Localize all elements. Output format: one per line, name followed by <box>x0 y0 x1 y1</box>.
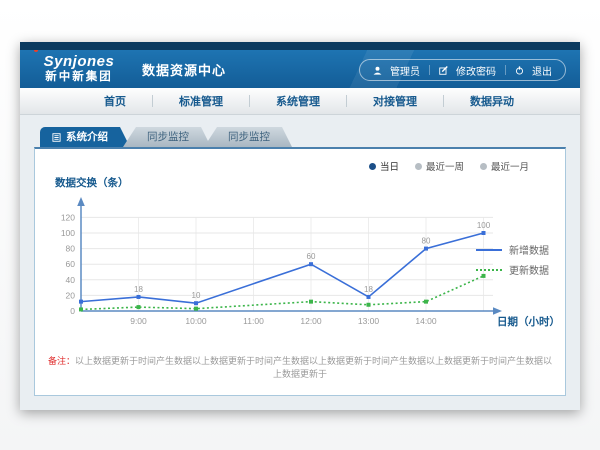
footnote-body: 以上数据更新于时间产生数据以上数据更新于时间产生数据以上数据更新于时间产生数据以… <box>75 356 552 379</box>
svg-text:120: 120 <box>61 212 75 222</box>
tab-bar: 系统介绍 同步监控 同步监控 <box>40 127 566 147</box>
dotted-line-swatch <box>476 269 502 271</box>
tab-system-intro[interactable]: 系统介绍 <box>40 127 130 147</box>
svg-text:80: 80 <box>66 244 76 254</box>
header-dark-strip <box>20 42 580 50</box>
document-icon <box>52 133 61 142</box>
chart-panel: 当日 最近一周 最近一月 数据交换（条） 0 20 40 60 80 100 120 9:00… <box>34 147 566 396</box>
brand-subtitle: 新中新集团 <box>20 72 138 84</box>
user-icon <box>373 66 382 75</box>
legend-item-new-data: 新增数据 <box>476 242 549 257</box>
nav-item-system-management[interactable]: 系统管理 <box>250 93 346 109</box>
filter-label-last-week: 最近一周 <box>426 159 464 173</box>
user-menu: 管理员 修改密码 退出 <box>359 59 566 81</box>
svg-text:60: 60 <box>66 259 76 269</box>
svg-text:日期（小时）: 日期（小时） <box>497 315 560 328</box>
nav-item-interface-management[interactable]: 对接管理 <box>347 93 443 109</box>
page-background: Synjones 新中新集团 数据资源中心 管理员 修改密码 <box>0 0 600 450</box>
app-header: Synjones 新中新集团 数据资源中心 管理员 修改密码 <box>20 50 580 88</box>
svg-text:100: 100 <box>477 221 491 230</box>
solid-line-swatch <box>476 249 502 251</box>
footnote: 备注：以上数据更新于时间产生数据以上数据更新于时间产生数据以上数据更新于时间产生… <box>47 355 553 380</box>
svg-text:60: 60 <box>307 252 316 261</box>
svg-text:14:00: 14:00 <box>415 316 437 326</box>
filter-option-2[interactable]: 最近一月 <box>480 159 529 173</box>
tab-label: 同步监控 <box>228 127 270 147</box>
svg-text:11:00: 11:00 <box>243 316 264 326</box>
svg-text:12:00: 12:00 <box>300 316 322 326</box>
radio-icon <box>415 163 422 170</box>
svg-text:18: 18 <box>134 285 143 294</box>
svg-text:100: 100 <box>61 228 75 238</box>
filter-option-1[interactable]: 最近一周 <box>415 159 464 173</box>
filter-option-0[interactable]: 当日 <box>369 159 399 173</box>
change-password-label: 修改密码 <box>456 63 496 78</box>
filter-label-last-month: 最近一月 <box>491 159 529 173</box>
user-name-label: 管理员 <box>390 63 420 78</box>
chart-legend: 新增数据 更新数据 <box>476 237 549 282</box>
power-icon <box>515 66 524 75</box>
legend-item-update-data: 更新数据 <box>476 262 549 277</box>
edit-icon <box>439 66 448 75</box>
svg-text:20: 20 <box>66 290 76 300</box>
legend-label: 新增数据 <box>509 242 549 257</box>
app-window: Synjones 新中新集团 数据资源中心 管理员 修改密码 <box>20 42 580 410</box>
nav-item-home[interactable]: 首页 <box>78 93 152 109</box>
content-area: 系统介绍 同步监控 同步监控 当日 最近一周 <box>20 115 580 396</box>
filter-label-today: 当日 <box>380 159 399 173</box>
change-password-button[interactable]: 修改密码 <box>430 63 505 78</box>
svg-text:13:00: 13:00 <box>358 316 380 326</box>
svg-text:10:00: 10:00 <box>185 316 207 326</box>
nav-item-data-change[interactable]: 数据异动 <box>444 93 540 109</box>
tab-sync-monitor-1[interactable]: 同步监控 <box>123 127 211 147</box>
svg-text:80: 80 <box>422 237 431 246</box>
main-navigation: 首页 标准管理 系统管理 对接管理 数据异动 <box>20 88 580 115</box>
nav-item-standard-management[interactable]: 标准管理 <box>153 93 249 109</box>
footnote-prefix: 备注： <box>48 356 75 366</box>
tab-label: 同步监控 <box>147 127 189 147</box>
page-title: 数据资源中心 <box>142 60 226 79</box>
legend-label: 更新数据 <box>509 262 549 277</box>
tab-label: 系统介绍 <box>66 127 108 147</box>
radio-icon <box>480 163 487 170</box>
svg-text:40: 40 <box>66 275 76 285</box>
svg-text:0: 0 <box>70 306 75 316</box>
svg-text:9:00: 9:00 <box>130 316 147 326</box>
radio-icon <box>369 163 376 170</box>
logout-label: 退出 <box>532 63 552 78</box>
logout-button[interactable]: 退出 <box>506 63 561 78</box>
brand-red-dot <box>34 50 38 52</box>
svg-text:18: 18 <box>364 285 373 294</box>
company-logo: Synjones 新中新集团 <box>20 54 138 84</box>
time-range-filter: 当日 最近一周 最近一月 <box>369 159 529 173</box>
chart-y-axis-title: 数据交换（条） <box>55 175 129 190</box>
tab-sync-monitor-2[interactable]: 同步监控 <box>204 127 292 147</box>
brand-name: Synjones <box>44 54 115 69</box>
svg-text:10: 10 <box>192 291 201 300</box>
user-account-button[interactable]: 管理员 <box>364 63 429 78</box>
